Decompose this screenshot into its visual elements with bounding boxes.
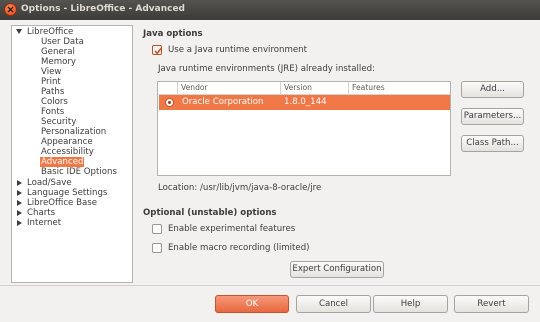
expand-arrow-icon[interactable] — [17, 190, 22, 196]
use-jre-checkbox[interactable] — [152, 45, 162, 55]
jre-list[interactable]: Vendor Version Features Oracle Corporati… — [157, 81, 451, 176]
tree-item-paths[interactable]: Paths — [41, 87, 64, 97]
expand-arrow-icon[interactable] — [17, 180, 22, 186]
expand-arrow-icon[interactable] — [16, 29, 22, 34]
ok-button[interactable]: OK — [215, 295, 289, 313]
use-jre-label[interactable]: Use a Java runtime environment — [168, 45, 307, 55]
tree-item-appearance[interactable]: Appearance — [41, 137, 93, 147]
options-tree[interactable]: LibreOffice User Data General Memory Vie… — [11, 25, 133, 283]
tree-item-internet[interactable]: Internet — [27, 218, 61, 228]
tree-item-advanced[interactable]: Advanced — [40, 157, 85, 167]
title-bar: Options - LibreOffice - Advanced — [0, 0, 540, 20]
tree-item-advanced-label: Advanced — [40, 157, 85, 167]
experimental-features-label[interactable]: Enable experimental features — [168, 224, 295, 234]
jre-radio[interactable] — [165, 98, 174, 107]
tree-item-libreoffice[interactable]: LibreOffice — [27, 27, 73, 37]
tree-item-accessibility[interactable]: Accessibility — [41, 147, 94, 157]
jre-version: 1.8.0_144 — [284, 97, 327, 107]
tree-item-print[interactable]: Print — [41, 77, 61, 87]
close-button[interactable] — [4, 3, 17, 16]
help-button[interactable]: Help — [373, 295, 448, 313]
footer-separator — [0, 285, 540, 286]
tree-item-load-save[interactable]: Load/Save — [27, 178, 72, 188]
column-header-features[interactable]: Features — [349, 82, 450, 94]
expert-configuration-button[interactable]: Expert Configuration — [290, 261, 384, 278]
class-path-button[interactable]: Class Path... — [461, 135, 524, 152]
installed-jre-label: Java runtime environments (JRE) already … — [158, 64, 375, 74]
tree-item-fonts[interactable]: Fonts — [41, 107, 64, 117]
experimental-features-checkbox[interactable] — [152, 224, 162, 234]
options-dialog: Options - LibreOffice - Advanced LibreOf… — [0, 0, 540, 322]
macro-recording-label[interactable]: Enable macro recording (limited) — [168, 243, 310, 253]
parameters-button[interactable]: Parameters... — [461, 108, 524, 125]
optional-options-heading: Optional (unstable) options — [143, 208, 277, 218]
add-button[interactable]: Add... — [461, 81, 524, 98]
column-header-select — [158, 82, 178, 94]
tree-item-security[interactable]: Security — [41, 117, 76, 127]
jre-vendor: Oracle Corporation — [182, 97, 264, 107]
macro-recording-checkbox[interactable] — [152, 243, 162, 253]
jre-location: Location: /usr/lib/jvm/java-8-oracle/jre — [158, 183, 322, 193]
tree-item-charts[interactable]: Charts — [27, 208, 55, 218]
tree-item-view[interactable]: View — [41, 67, 61, 77]
tree-item-colors[interactable]: Colors — [41, 97, 68, 107]
checkmark-icon — [154, 47, 162, 55]
column-header-version[interactable]: Version — [281, 82, 349, 94]
window-title: Options - LibreOffice - Advanced — [21, 4, 185, 14]
expand-arrow-icon[interactable] — [17, 220, 22, 226]
java-options-heading: Java options — [143, 29, 203, 39]
tree-item-libreoffice-base[interactable]: LibreOffice Base — [27, 198, 97, 208]
tree-item-personalization[interactable]: Personalization — [41, 127, 106, 137]
tree-item-general[interactable]: General — [41, 47, 75, 57]
tree-item-basic-ide-options[interactable]: Basic IDE Options — [41, 167, 117, 177]
expand-arrow-icon[interactable] — [17, 210, 22, 216]
cancel-button[interactable]: Cancel — [296, 295, 371, 313]
column-header-vendor[interactable]: Vendor — [178, 82, 281, 94]
expand-arrow-icon[interactable] — [17, 200, 22, 206]
jre-row[interactable]: Oracle Corporation 1.8.0_144 — [159, 95, 450, 110]
tree-item-user-data[interactable]: User Data — [41, 37, 84, 47]
tree-item-memory[interactable]: Memory — [41, 57, 76, 67]
close-icon — [7, 6, 14, 13]
revert-button[interactable]: Revert — [454, 295, 529, 313]
tree-item-language-settings[interactable]: Language Settings — [27, 188, 107, 198]
